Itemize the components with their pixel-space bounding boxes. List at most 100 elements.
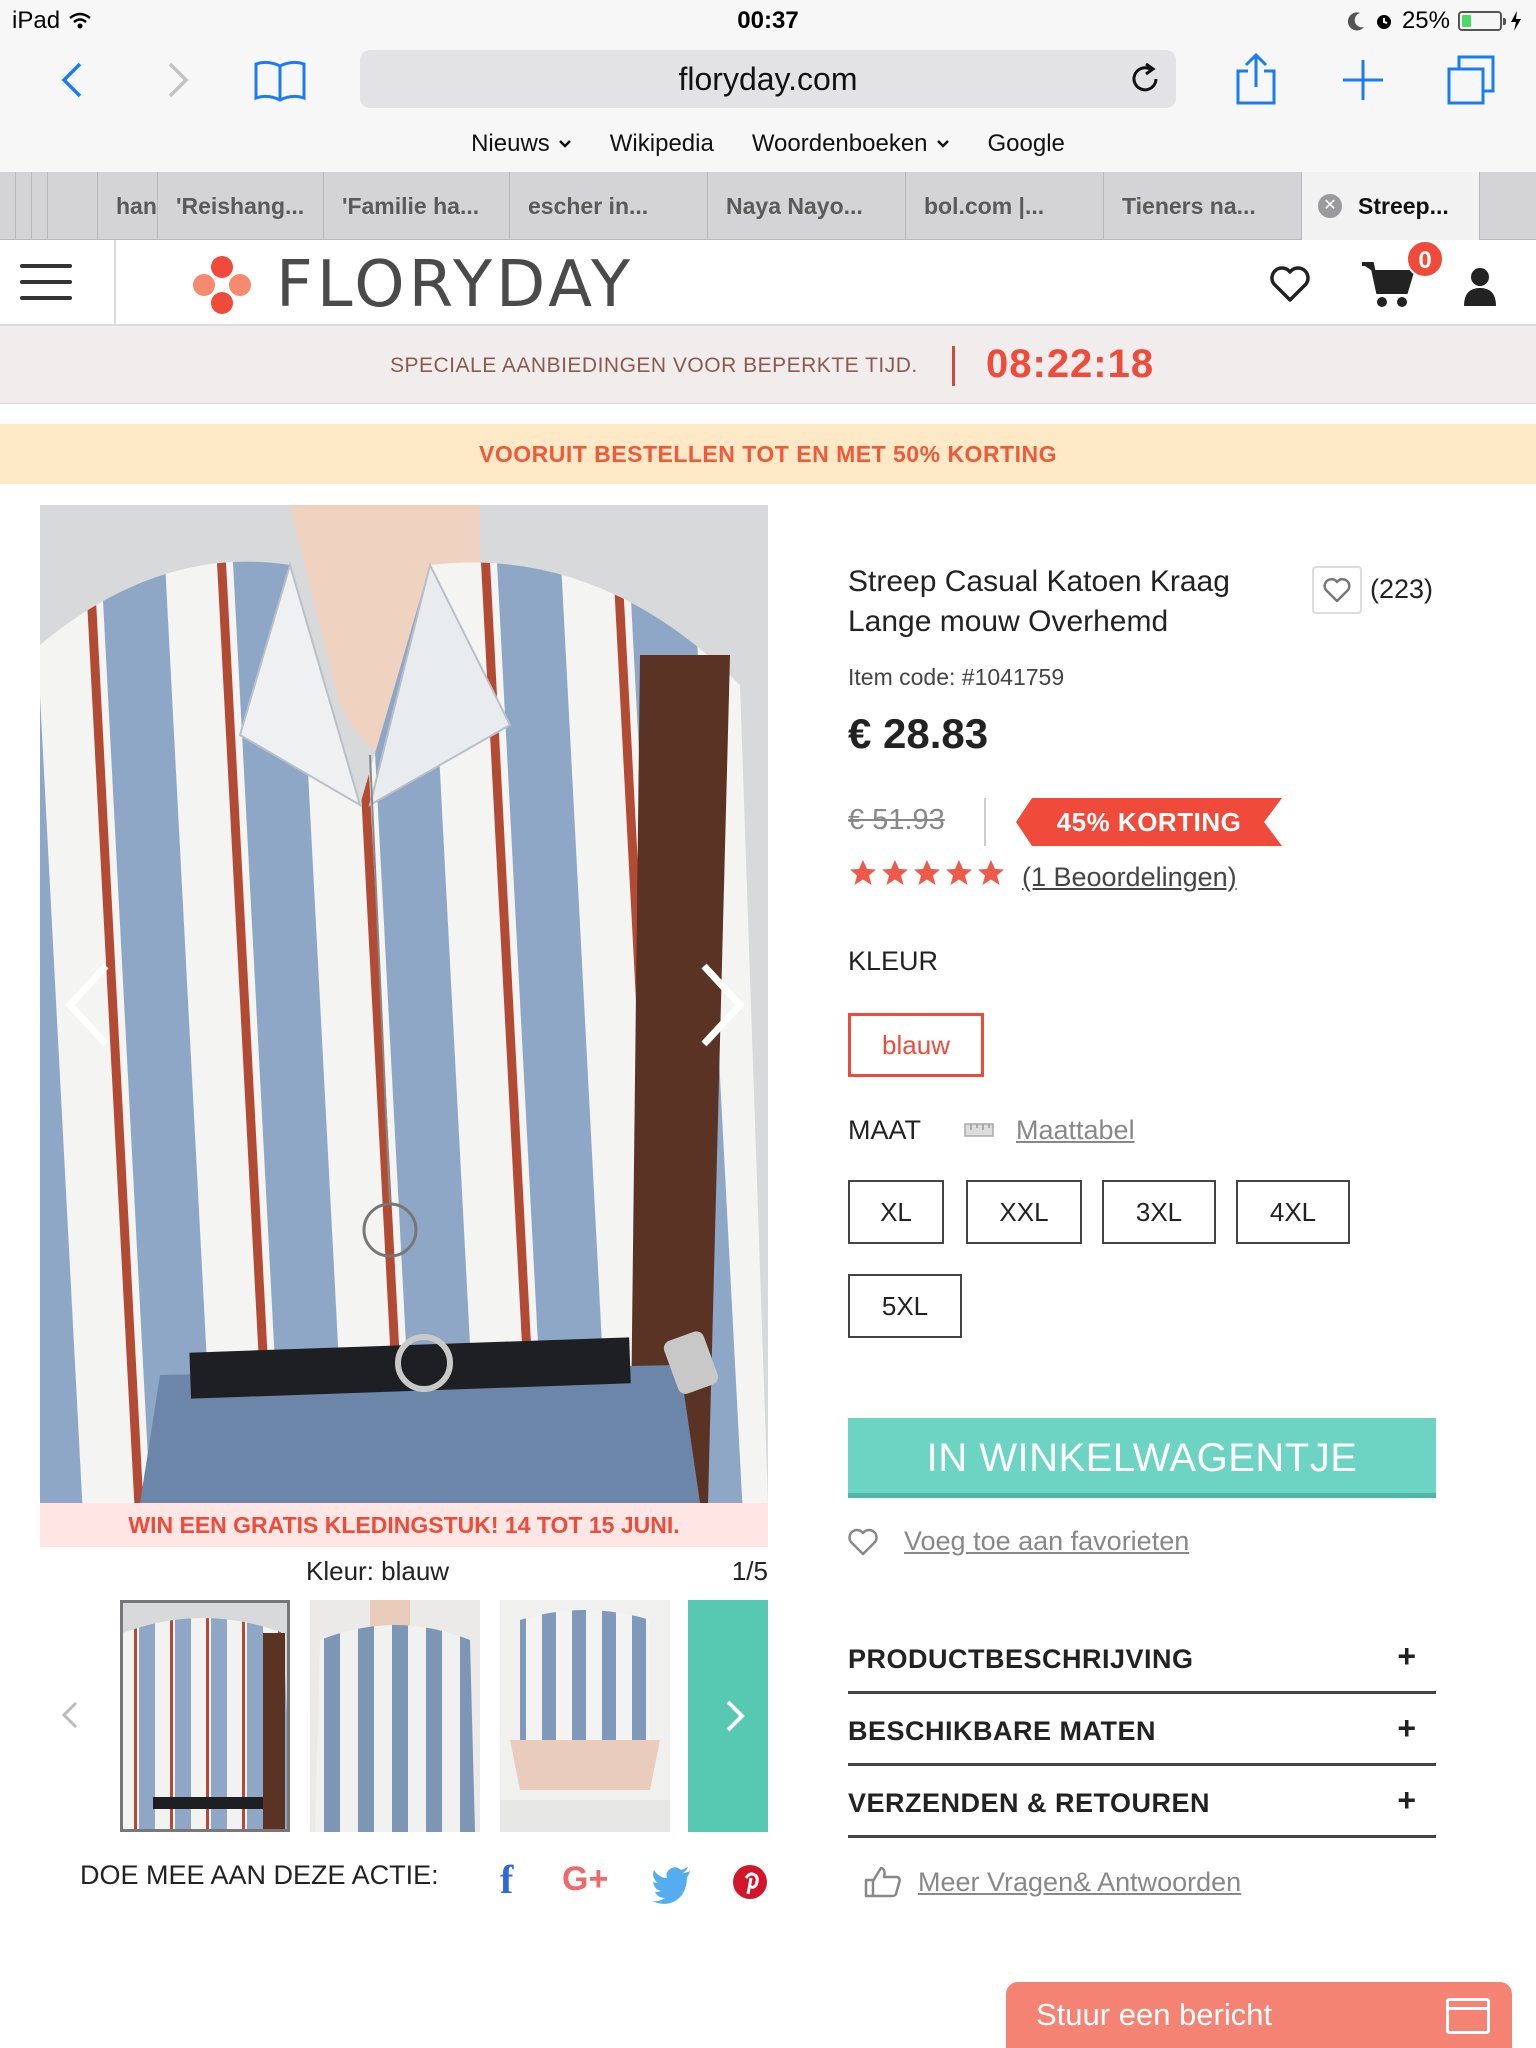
size-chart-link[interactable]: Maattabel: [1016, 1115, 1135, 1146]
reviews-link[interactable]: (1 Beoordelingen): [1022, 862, 1237, 893]
star-icon: [914, 860, 940, 885]
tab-tieners[interactable]: Tieners na...: [1104, 172, 1302, 240]
send-message-button[interactable]: Stuur een bericht: [1006, 1982, 1512, 2048]
favorite-nieuws[interactable]: Nieuws: [471, 124, 572, 164]
add-to-cart-button[interactable]: IN WINKELWAGENTJE: [848, 1418, 1436, 1498]
size-option-xl[interactable]: XL: [848, 1180, 944, 1244]
size-option-5xl[interactable]: 5XL: [848, 1274, 962, 1338]
site-header: FLORYDAY: [0, 240, 1536, 326]
menu-icon[interactable]: [20, 264, 72, 300]
share-icon[interactable]: [1232, 53, 1280, 106]
favorite-wikipedia[interactable]: Wikipedia: [610, 124, 714, 164]
flower-logo-icon: [193, 256, 251, 314]
more-questions-link[interactable]: Meer Vragen& Antwoorden: [864, 1866, 1241, 1898]
tabs-overview-icon[interactable]: [1444, 54, 1498, 106]
status-bar: iPad 00:37 25%: [0, 0, 1536, 40]
preorder-banner[interactable]: VOORUIT BESTELLEN TOT EN MET 50% KORTING: [0, 424, 1536, 484]
favorites-bar: Nieuws Wikipedia Woordenboeken Google: [0, 124, 1536, 164]
new-tab-icon[interactable]: [1340, 54, 1386, 106]
ruler-icon: [964, 1123, 994, 1137]
image-prev-arrow-icon[interactable]: [60, 960, 120, 1050]
countdown-banner: SPECIALE AANBIEDINGEN VOOR BEPERKTE TIJD…: [0, 326, 1536, 404]
thumbnail-prev-icon[interactable]: [58, 1700, 82, 1730]
tab-bar: han 'Reishang... 'Familie ha... escher i…: [0, 172, 1536, 240]
plus-icon: +: [1397, 1782, 1416, 1818]
star-icon: [978, 860, 1004, 885]
facebook-icon[interactable]: f: [500, 1856, 513, 1902]
chat-window-icon: [1446, 1998, 1490, 2034]
image-next-arrow-icon[interactable]: [690, 960, 750, 1050]
countdown-timer: 08:22:18: [986, 342, 1155, 386]
tab-stack[interactable]: [32, 172, 48, 240]
countdown-label: SPECIALE AANBIEDINGEN VOOR BEPERKTE TIJD…: [390, 354, 918, 377]
floryday-logo[interactable]: FLORYDAY: [190, 248, 634, 322]
plus-icon: +: [1397, 1710, 1416, 1746]
header-divider: [114, 240, 116, 326]
twitter-icon[interactable]: [652, 1862, 692, 1906]
size-option-3xl[interactable]: 3XL: [1102, 1180, 1216, 1244]
wishlist-heart-icon[interactable]: [1268, 262, 1312, 306]
tab-reishang[interactable]: 'Reishang...: [158, 172, 324, 240]
reload-icon[interactable]: [1128, 62, 1162, 96]
thumbnail-2[interactable]: [310, 1600, 480, 1832]
thumbnail-1[interactable]: [120, 1600, 290, 1832]
product-title: Streep Casual Katoen Kraag Lange mouw Ov…: [848, 565, 1230, 638]
wishlist-button[interactable]: [1312, 566, 1362, 614]
thumbnail-next-button[interactable]: [688, 1600, 768, 1832]
tab-escher[interactable]: escher in...: [510, 172, 708, 240]
chevron-down-icon: [558, 140, 571, 148]
image-counter: 1/5: [731, 1556, 768, 1586]
price-divider: [984, 798, 986, 846]
url-text: floryday.com: [678, 61, 858, 97]
chevron-down-icon: [936, 140, 949, 148]
battery-icon: [1458, 11, 1506, 31]
current-price: € 28.83: [848, 710, 989, 757]
tab-han[interactable]: han: [98, 172, 158, 240]
pinterest-icon[interactable]: [732, 1860, 768, 1904]
heart-outline-icon: [848, 1528, 878, 1555]
forward-icon[interactable]: [158, 54, 198, 106]
image-color-caption: Kleur: blauw: [306, 1556, 450, 1586]
star-icon: [946, 860, 972, 885]
star-icon: [882, 860, 908, 885]
tab-naya[interactable]: Naya Nayo...: [708, 172, 906, 240]
giveaway-banner[interactable]: WIN EEN GRATIS KLEDINGSTUK! 14 TOT 15 JU…: [40, 1503, 768, 1547]
add-to-favorites-link[interactable]: Voeg toe aan favorieten: [848, 1526, 1189, 1557]
tab-bolcom[interactable]: bol.com |...: [906, 172, 1104, 240]
share-row: DOE MEE AAN DEZE ACTIE: f G+: [80, 1856, 780, 1906]
battery-percent: 25%: [1401, 7, 1450, 34]
discount-badge: 45% KORTING: [1016, 798, 1282, 846]
image-meta: Kleur: blauw 1/5: [40, 1554, 768, 1588]
original-price: € 51.93: [848, 804, 945, 836]
size-option-xxl[interactable]: XXL: [966, 1180, 1082, 1244]
rating-stars: [848, 858, 1006, 888]
size-option-4xl[interactable]: 4XL: [1236, 1180, 1350, 1244]
close-tab-icon[interactable]: ✕: [1318, 194, 1342, 218]
bookmarks-icon[interactable]: [252, 54, 308, 106]
share-label: DOE MEE AAN DEZE ACTIE:: [80, 1860, 439, 1890]
product-main-image[interactable]: [40, 505, 768, 1503]
tab-stack[interactable]: [48, 172, 98, 240]
heart-outline-icon: [1323, 577, 1351, 603]
tab-stack[interactable]: [0, 172, 16, 240]
thumbnail-3[interactable]: [500, 1600, 670, 1832]
favorite-woordenboeken[interactable]: Woordenboeken: [752, 124, 950, 164]
accordion-product-description[interactable]: PRODUCTBESCHRIJVING +: [848, 1622, 1436, 1694]
tab-stack[interactable]: [16, 172, 32, 240]
favorite-google[interactable]: Google: [988, 124, 1065, 164]
color-option-blauw[interactable]: blauw: [848, 1013, 984, 1077]
color-label: KLEUR: [848, 946, 939, 976]
address-bar[interactable]: floryday.com: [360, 50, 1176, 108]
brand-name: FLORYDAY: [276, 248, 635, 322]
user-account-icon[interactable]: [1462, 266, 1498, 306]
google-plus-icon[interactable]: G+: [562, 1860, 608, 1904]
wishlist-count: (223): [1370, 574, 1434, 604]
back-icon[interactable]: [52, 54, 92, 106]
tab-familie[interactable]: 'Familie ha...: [324, 172, 510, 240]
countdown-divider: [952, 346, 955, 386]
tab-streep-active[interactable]: ✕ Streep...: [1302, 172, 1480, 240]
accordion-shipping-returns[interactable]: VERZENDEN & RETOUREN +: [848, 1766, 1436, 1838]
accordion-available-sizes[interactable]: BESCHIKBARE MATEN +: [848, 1694, 1436, 1766]
cart-count-badge: 0: [1406, 240, 1444, 278]
clock: 00:37: [737, 7, 799, 34]
